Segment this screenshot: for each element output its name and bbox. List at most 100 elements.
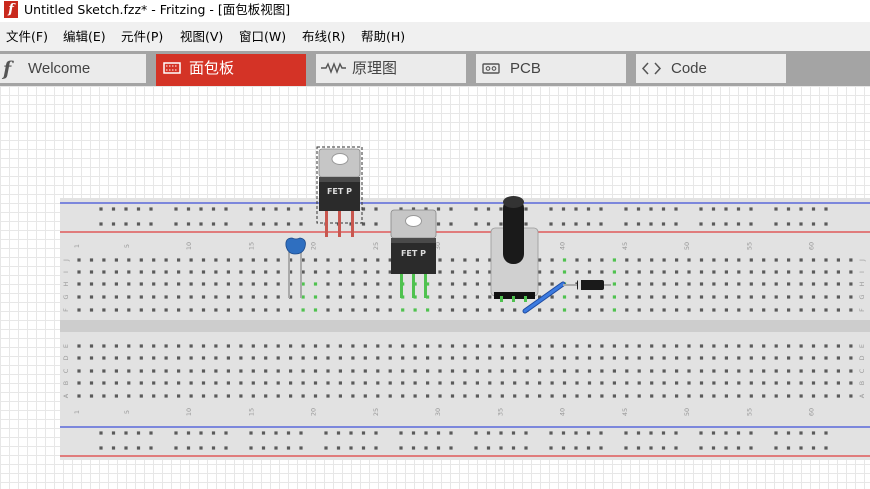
breadboard-hole[interactable] <box>102 394 106 398</box>
breadboard-hole[interactable] <box>251 270 255 274</box>
breadboard-hole[interactable] <box>239 356 243 360</box>
breadboard-hole[interactable] <box>363 394 367 398</box>
breadboard-hole[interactable] <box>699 308 704 312</box>
breadboard-hole[interactable] <box>749 344 753 348</box>
connected-hole[interactable] <box>612 282 616 286</box>
breadboard-hole[interactable] <box>264 344 268 348</box>
breadboard-hole[interactable] <box>736 446 741 450</box>
breadboard-hole[interactable] <box>662 258 666 262</box>
breadboard-hole[interactable] <box>413 369 417 373</box>
breadboard-hole[interactable] <box>413 381 417 385</box>
breadboard-hole[interactable] <box>261 431 266 435</box>
breadboard-hole[interactable] <box>249 207 253 211</box>
breadboard-hole[interactable] <box>774 344 778 348</box>
breadboard-hole[interactable] <box>463 344 467 348</box>
breadboard-hole[interactable] <box>224 222 228 226</box>
connected-hole[interactable] <box>426 308 430 312</box>
breadboard-hole[interactable] <box>824 222 828 226</box>
breadboard-hole[interactable] <box>811 258 816 262</box>
breadboard-hole[interactable] <box>186 207 191 211</box>
breadboard-hole[interactable] <box>338 356 342 360</box>
breadboard-hole[interactable] <box>77 369 81 373</box>
breadboard-hole[interactable] <box>637 282 641 286</box>
breadboard-hole[interactable] <box>736 207 741 211</box>
breadboard-hole[interactable] <box>737 295 741 299</box>
connected-hole[interactable] <box>562 308 567 312</box>
connected-hole[interactable] <box>401 308 405 312</box>
breadboard-hole[interactable] <box>376 356 380 360</box>
breadboard-hole[interactable] <box>214 381 218 385</box>
breadboard-hole[interactable] <box>239 258 243 262</box>
breadboard-hole[interactable] <box>712 258 716 262</box>
breadboard-hole[interactable] <box>351 381 355 385</box>
breadboard-hole[interactable] <box>449 431 453 435</box>
breadboard-hole[interactable] <box>586 222 591 226</box>
breadboard-hole[interactable] <box>675 356 679 360</box>
breadboard-hole[interactable] <box>538 356 542 360</box>
breadboard-hole[interactable] <box>338 344 342 348</box>
breadboard-hole[interactable] <box>737 369 741 373</box>
breadboard-hole[interactable] <box>774 446 778 450</box>
breadboard-hole[interactable] <box>525 369 529 373</box>
breadboard-hole[interactable] <box>749 308 753 312</box>
breadboard-hole[interactable] <box>324 431 328 435</box>
breadboard-hole[interactable] <box>177 369 181 373</box>
breadboard-hole[interactable] <box>550 394 554 398</box>
breadboard-hole[interactable] <box>749 381 753 385</box>
breadboard-hole[interactable] <box>637 308 641 312</box>
breadboard-hole[interactable] <box>599 207 603 211</box>
breadboard-hole[interactable] <box>475 381 479 385</box>
breadboard-hole[interactable] <box>164 295 168 299</box>
breadboard-hole[interactable] <box>675 308 679 312</box>
breadboard-hole[interactable] <box>575 270 579 274</box>
breadboard-hole[interactable] <box>549 431 553 435</box>
breadboard-hole[interactable] <box>550 369 554 373</box>
breadboard-hole[interactable] <box>211 207 216 211</box>
menu-part[interactable]: 元件(P) <box>121 22 163 51</box>
breadboard-hole[interactable] <box>650 258 654 262</box>
breadboard-hole[interactable] <box>401 394 405 398</box>
breadboard-hole[interactable] <box>799 356 803 360</box>
breadboard-hole[interactable] <box>276 270 280 274</box>
breadboard-hole[interactable] <box>463 270 467 274</box>
breadboard-hole[interactable] <box>149 446 153 450</box>
breadboard-hole[interactable] <box>662 270 666 274</box>
breadboard-hole[interactable] <box>774 369 778 373</box>
breadboard-hole[interactable] <box>174 222 178 226</box>
breadboard-hole[interactable] <box>376 258 380 262</box>
breadboard-hole[interactable] <box>136 207 141 211</box>
breadboard-hole[interactable] <box>139 356 143 360</box>
breadboard-hole[interactable] <box>226 282 230 286</box>
breadboard-hole[interactable] <box>127 308 131 312</box>
breadboard-hole[interactable] <box>774 258 778 262</box>
breadboard-hole[interactable] <box>488 369 492 373</box>
breadboard-hole[interactable] <box>749 431 753 435</box>
breadboard-hole[interactable] <box>724 282 728 286</box>
breadboard-hole[interactable] <box>326 270 330 274</box>
breadboard-hole[interactable] <box>488 381 492 385</box>
tab-schematic[interactable]: 原理图 <box>316 54 466 83</box>
breadboard-hole[interactable] <box>152 282 156 286</box>
breadboard-hole[interactable] <box>661 222 666 226</box>
breadboard-hole[interactable] <box>374 431 378 435</box>
breadboard-hole[interactable] <box>77 394 81 398</box>
breadboard-hole[interactable] <box>351 344 355 348</box>
connected-hole[interactable] <box>301 308 305 312</box>
breadboard-hole[interactable] <box>152 258 156 262</box>
breadboard-hole[interactable] <box>687 270 691 274</box>
breadboard-hole[interactable] <box>687 381 691 385</box>
breadboard-hole[interactable] <box>650 381 654 385</box>
breadboard-hole[interactable] <box>799 207 803 211</box>
breadboard-hole[interactable] <box>152 295 156 299</box>
breadboard-hole[interactable] <box>89 344 94 348</box>
breadboard-hole[interactable] <box>289 369 293 373</box>
breadboard-hole[interactable] <box>177 381 181 385</box>
breadboard-hole[interactable] <box>737 356 741 360</box>
breadboard-hole[interactable] <box>189 369 193 373</box>
breadboard-hole[interactable] <box>625 344 629 348</box>
breadboard-hole[interactable] <box>513 394 517 398</box>
breadboard-hole[interactable] <box>164 270 168 274</box>
breadboard-hole[interactable] <box>724 369 728 373</box>
breadboard-hole[interactable] <box>351 258 355 262</box>
breadboard-hole[interactable] <box>661 431 666 435</box>
